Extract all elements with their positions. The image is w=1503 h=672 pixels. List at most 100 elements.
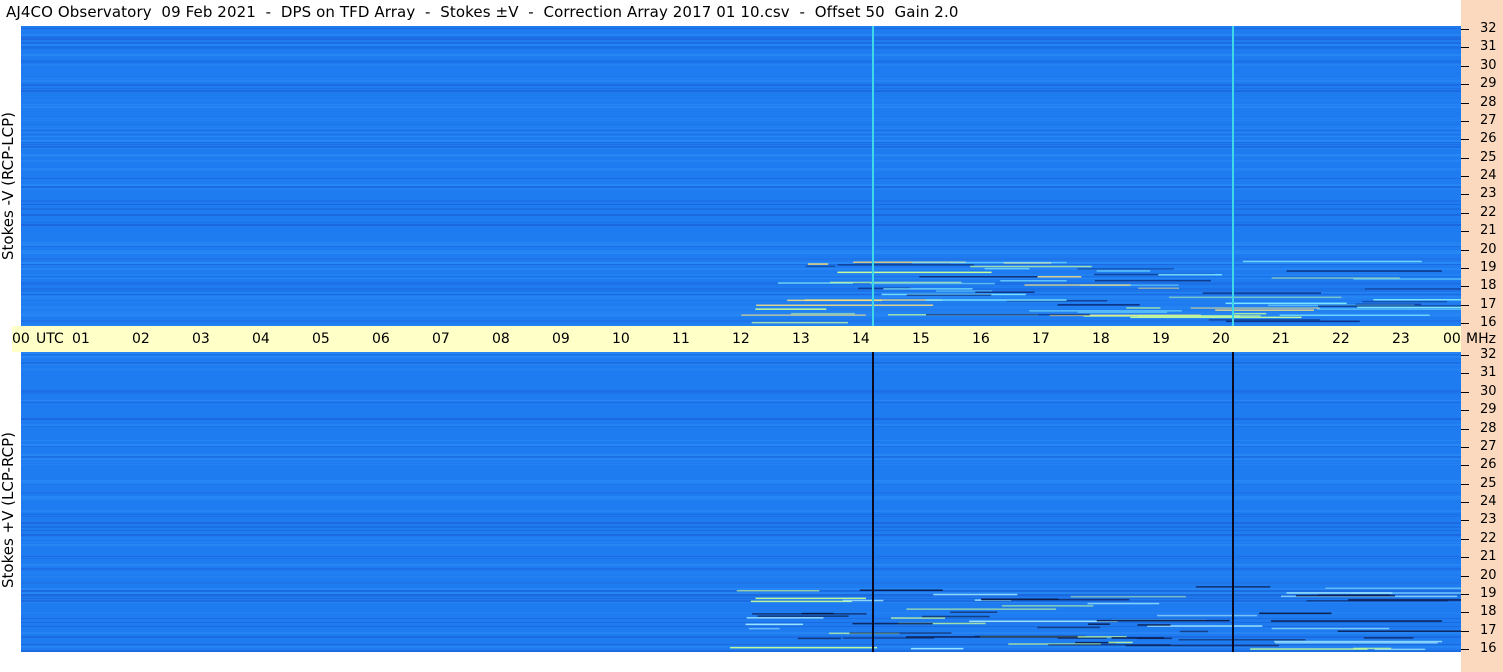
frequency-tick-mark (1461, 575, 1469, 577)
time-tick-label: 01 (72, 331, 90, 347)
texture-band (21, 572, 1461, 574)
texture-band (21, 516, 1461, 517)
frequency-tick-mark (1461, 502, 1469, 503)
emission-streak (933, 593, 1018, 596)
emission-streak (1087, 602, 1160, 605)
texture-band (21, 136, 1461, 137)
frequency-tick-label: 21 (1480, 549, 1497, 565)
texture-band (21, 268, 1461, 270)
emission-streak (1259, 612, 1332, 615)
frequency-tick-mark (1461, 410, 1469, 412)
emission-streak (1002, 605, 1094, 607)
emission-streak (1077, 311, 1168, 314)
texture-band (21, 276, 1461, 277)
texture-band (21, 170, 1461, 171)
texture-band (21, 62, 1461, 63)
emission-streak (906, 294, 992, 296)
texture-band (21, 48, 1461, 49)
emission-streak (1232, 312, 1267, 315)
emission-streak (1317, 594, 1390, 596)
emission-streak (1274, 640, 1443, 643)
frequency-tick-mark (1461, 304, 1469, 306)
emission-streak (975, 291, 1035, 293)
time-tick-label: 07 (432, 331, 450, 347)
emission-streak (969, 620, 1118, 623)
frequency-tick-label: 17 (1480, 296, 1497, 312)
texture-band (21, 44, 1461, 46)
frequency-tick-label: 16 (1480, 315, 1497, 330)
emission-streak (1029, 310, 1182, 312)
emission-streak (1137, 624, 1171, 626)
emission-streak (1225, 302, 1347, 305)
emission-streak (870, 282, 995, 285)
texture-band (21, 600, 1461, 602)
frequency-tick-label: 24 (1480, 494, 1497, 509)
emission-streak (1094, 279, 1211, 282)
texture-band (21, 144, 1461, 145)
texture-band (21, 88, 1461, 89)
texture-band (21, 214, 1461, 216)
texture-band (21, 130, 1461, 131)
emission-streak (1275, 642, 1438, 644)
emission-streak (1357, 306, 1461, 309)
texture-band (21, 208, 1461, 210)
frequency-tick-label: 21 (1480, 223, 1497, 239)
frequency-tick-mark (1461, 446, 1469, 448)
emission-streak (1096, 270, 1151, 272)
emission-streak (748, 627, 780, 630)
texture-band (21, 140, 1461, 142)
texture-band (21, 282, 1461, 284)
frequency-tick-mark (1461, 391, 1469, 393)
frequency-tick-label: 29 (1480, 402, 1497, 418)
texture-band (21, 126, 1461, 128)
texture-band (21, 594, 1461, 596)
bottom-frequency-axis: 32 31 30 29 28 27 26 25 24 23 22 21 20 19 18 17 16 (1461, 347, 1503, 656)
mhz-unit-label: MHz (1466, 331, 1496, 347)
frequency-tick-mark (1461, 612, 1469, 614)
texture-band (21, 356, 1461, 358)
frequency-tick-mark (1461, 65, 1469, 67)
emission-streak (849, 632, 952, 634)
top-spectrogram-svg (21, 26, 1461, 326)
emission-streak (1024, 284, 1131, 286)
frequency-tick-label: 32 (1480, 21, 1497, 36)
emission-streak (741, 314, 866, 316)
frequency-tick-label: 19 (1480, 585, 1497, 601)
texture-band (21, 352, 1461, 354)
texture-band (21, 392, 1461, 394)
texture-band (21, 224, 1461, 226)
emission-streak (922, 615, 990, 618)
emission-streak (883, 288, 973, 290)
texture-band (21, 46, 1461, 48)
frequency-tick-mark (1461, 212, 1469, 214)
utc-time-axis: 00 UTC 01 02 03 04 05 06 07 08 09 10 11 12 13 14 15 16 17 1… (12, 326, 1461, 352)
texture-band (21, 444, 1461, 446)
texture-band (21, 250, 1461, 252)
time-tick-label: 13 (792, 331, 810, 347)
time-tick-label: 05 (312, 331, 330, 347)
emission-streak (925, 299, 1067, 301)
texture-band (21, 538, 1461, 539)
emission-streak (837, 264, 974, 266)
emission-streak (791, 312, 855, 315)
texture-band (21, 148, 1461, 149)
top-frequency-axis: 32 31 30 29 28 27 26 25 24 23 22 21 20 19 18 17 16 (1461, 21, 1503, 330)
texture-band (21, 184, 1461, 186)
emission-streak (730, 646, 878, 649)
texture-band (21, 60, 1461, 62)
vertical-marker-line-0 (872, 26, 874, 326)
texture-band (21, 534, 1461, 536)
texture-band (21, 462, 1461, 463)
emission-streak (1096, 619, 1230, 622)
emission-streak (1242, 260, 1422, 263)
emission-streak (1348, 599, 1461, 601)
texture-band (21, 370, 1461, 371)
texture-band (21, 34, 1461, 36)
texture-band (21, 544, 1461, 546)
emission-streak (1178, 639, 1306, 641)
texture-band (21, 100, 1461, 101)
frequency-tick-label: 19 (1480, 259, 1497, 275)
frequency-tick-mark (1461, 29, 1469, 30)
frequency-tick-mark (1461, 176, 1469, 177)
time-tick-label: 20 (1212, 331, 1230, 347)
